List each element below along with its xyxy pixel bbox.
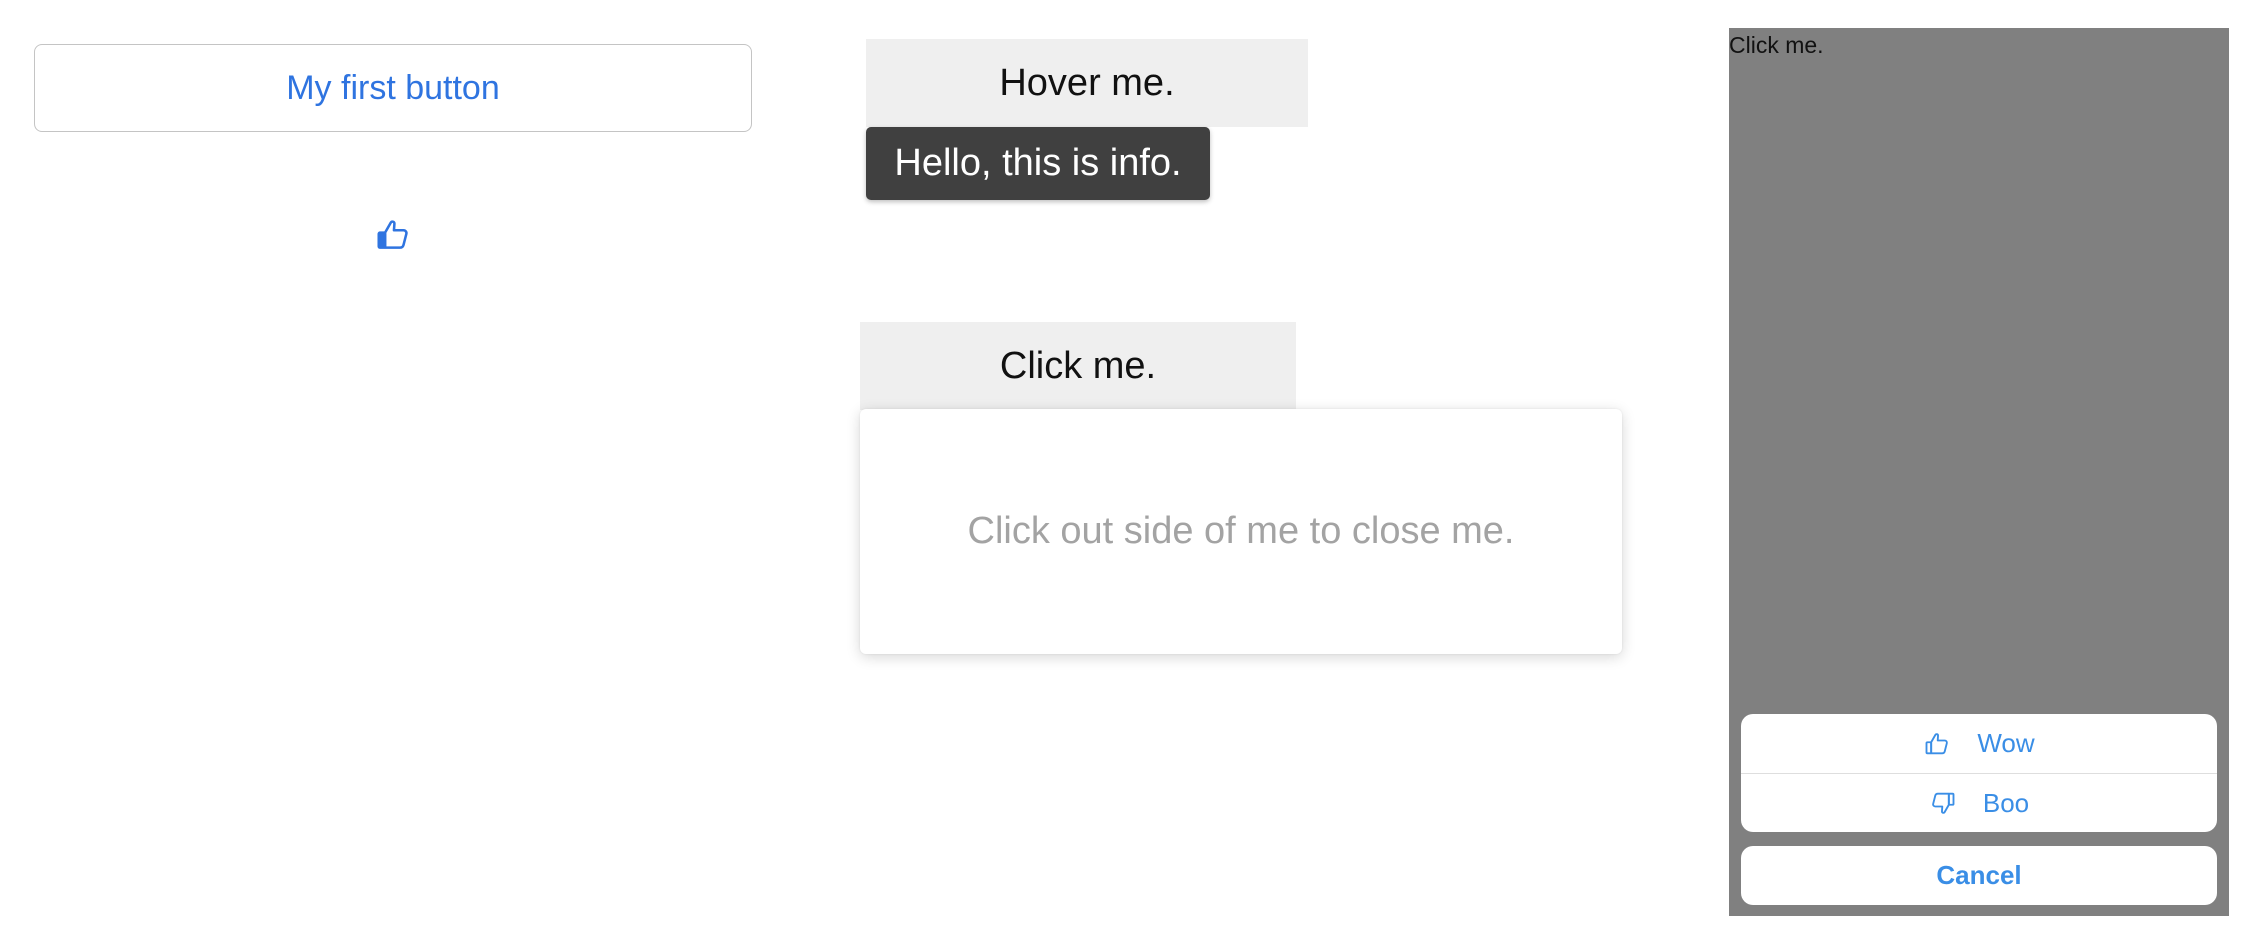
action-sheet-cancel-button[interactable]: Cancel: [1741, 846, 2217, 905]
click-trigger[interactable]: Click me.: [860, 322, 1296, 410]
popover: Click out side of me to close me.: [860, 409, 1622, 654]
action-sheet-item-boo[interactable]: Boo: [1741, 773, 2217, 832]
device-click-trigger[interactable]: Click me.: [1729, 32, 1824, 59]
hover-trigger[interactable]: Hover me.: [866, 39, 1308, 127]
action-sheet-item-label: Boo: [1982, 787, 2030, 818]
thumbs-down-icon: [1932, 792, 1955, 814]
mobile-preview-overlay[interactable]: Click me. Wow Boo Cancel: [1729, 28, 2229, 916]
action-sheet-item-label: Wow: [1977, 728, 2035, 758]
my-first-button[interactable]: My first button: [34, 44, 752, 132]
info-tooltip: Hello, this is info.: [866, 127, 1210, 200]
popover-text: Click out side of me to close me.: [967, 510, 1515, 552]
action-sheet: Wow Boo: [1741, 714, 2217, 832]
thumbs-up-icon[interactable]: [374, 215, 412, 255]
thumbs-up-icon: [1925, 732, 1949, 754]
action-sheet-item-wow[interactable]: Wow: [1741, 714, 2217, 773]
